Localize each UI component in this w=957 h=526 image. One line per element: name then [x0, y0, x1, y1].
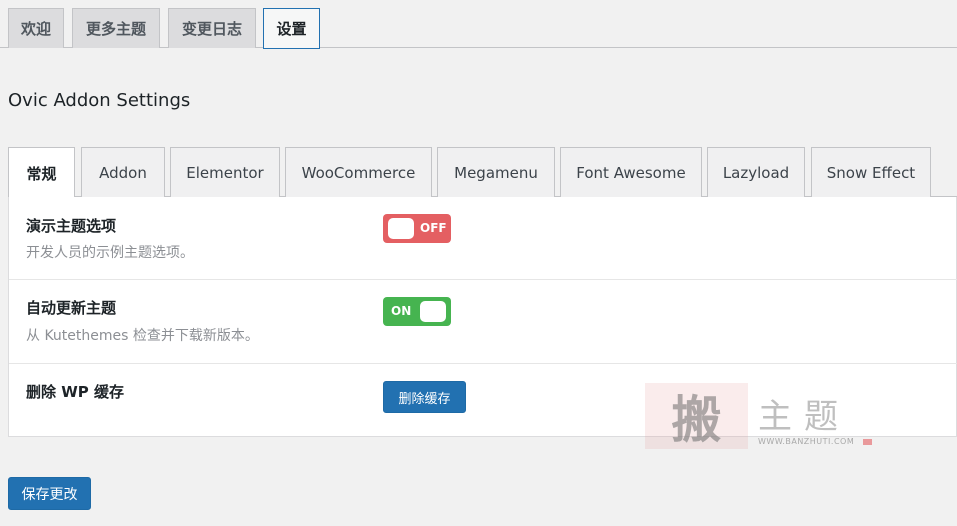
- tab-more-themes[interactable]: 更多主题: [72, 8, 160, 48]
- top-tab-bar: 欢迎 更多主题 变更日志 设置: [0, 0, 957, 49]
- subtab-general[interactable]: 常规: [8, 147, 75, 198]
- watermark-logo: 搬 主题 WWW.BANZHUTI.COM: [645, 383, 875, 453]
- tab-changelog[interactable]: 变更日志: [168, 8, 256, 48]
- toggle-knob: [388, 218, 414, 239]
- watermark-url: WWW.BANZHUTI.COM: [758, 437, 855, 446]
- toggle-label: OFF: [420, 221, 447, 235]
- setting-row-demo-options: 演示主题选项 开发人员的示例主题选项。 OFF: [9, 197, 957, 280]
- subtab-woocommerce[interactable]: WooCommerce: [285, 147, 432, 197]
- setting-description: 从 Kutethemes 检查并下载新版本。: [26, 328, 259, 344]
- setting-description: 开发人员的示例主题选项。: [26, 245, 194, 261]
- page-title: Ovic Addon Settings: [8, 90, 191, 111]
- subtab-addon[interactable]: Addon: [81, 147, 165, 197]
- subtab-font-awesome[interactable]: Font Awesome: [560, 147, 702, 197]
- subtab-elementor[interactable]: Elementor: [170, 147, 280, 197]
- delete-cache-button[interactable]: 删除缓存: [383, 381, 466, 413]
- setting-title: 演示主题选项: [26, 217, 117, 235]
- toggle-knob: [420, 301, 446, 322]
- watermark-seal: 搬: [645, 383, 748, 449]
- auto-update-toggle[interactable]: ON: [383, 297, 451, 326]
- setting-title: 自动更新主题: [26, 299, 117, 317]
- tab-settings[interactable]: 设置: [263, 8, 320, 49]
- toggle-label: ON: [391, 304, 412, 318]
- subtab-megamenu[interactable]: Megamenu: [437, 147, 555, 197]
- tab-welcome[interactable]: 欢迎: [8, 8, 64, 48]
- settings-tab-bar: 常规 Addon Elementor WooCommerce Megamenu …: [8, 147, 957, 198]
- subtab-lazyload[interactable]: Lazyload: [707, 147, 805, 197]
- watermark-mark: [863, 439, 872, 445]
- watermark-text: 主题: [758, 397, 850, 437]
- subtab-snow-effect[interactable]: Snow Effect: [811, 147, 931, 197]
- demo-options-toggle[interactable]: OFF: [383, 214, 451, 243]
- save-changes-button[interactable]: 保存更改: [8, 477, 91, 510]
- setting-title: 删除 WP 缓存: [26, 383, 124, 401]
- setting-row-auto-update: 自动更新主题 从 Kutethemes 检查并下载新版本。 ON: [9, 280, 957, 364]
